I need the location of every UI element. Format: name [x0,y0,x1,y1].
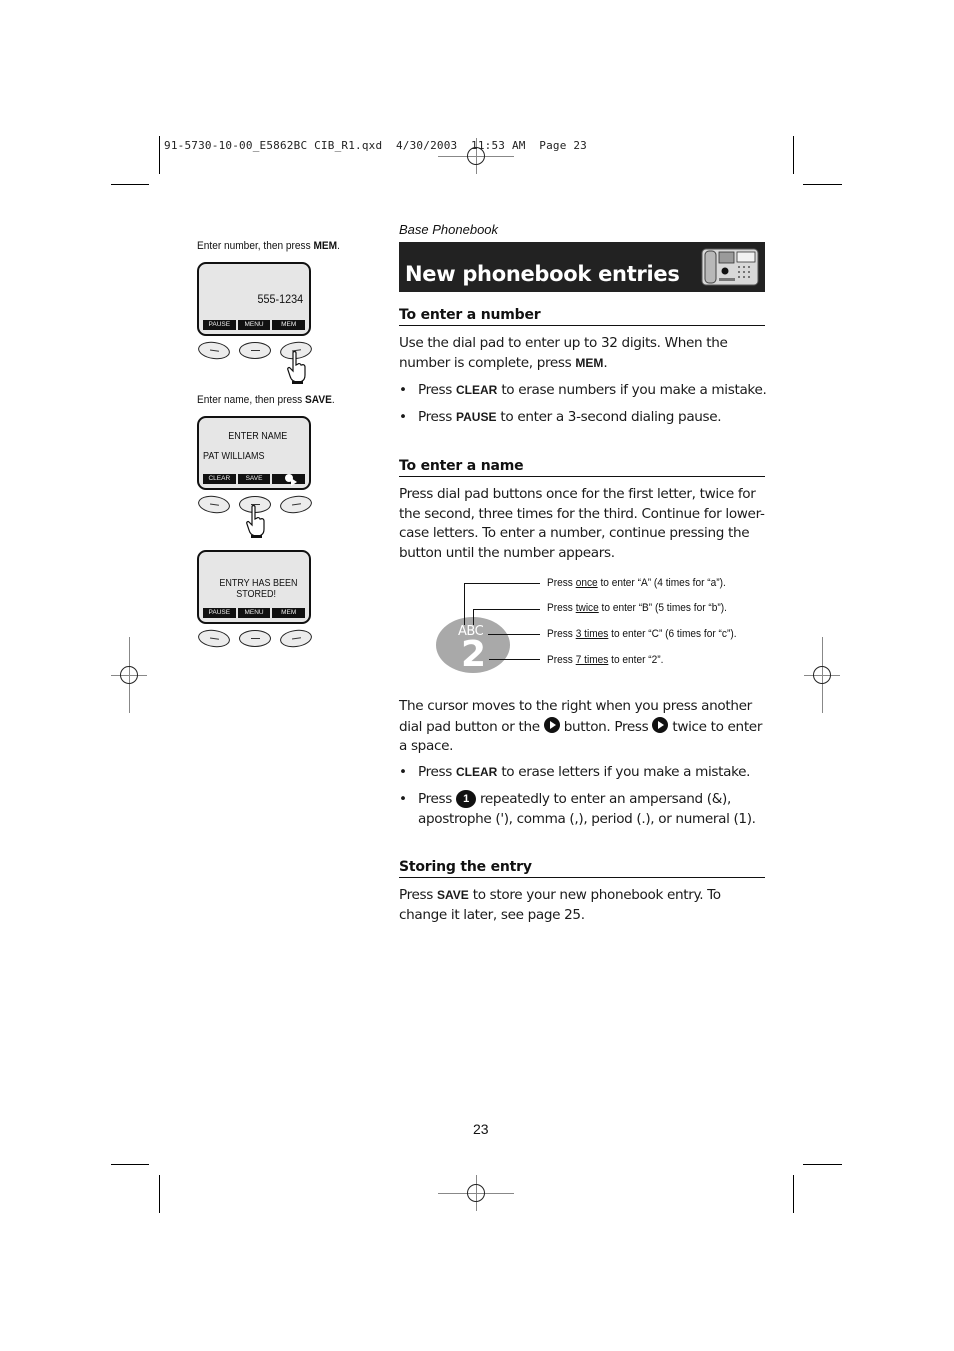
heading-enter-name: To enter a name [399,458,765,477]
callout-line [464,583,540,584]
callout-text: Press once to enter “A” (4 times for “a”… [547,577,726,589]
callout-line [488,634,540,635]
heading-storing-entry: Storing the entry [399,859,765,878]
crop-mark [803,1164,842,1165]
softkey-pause: PAUSE [203,320,236,330]
callout-line [473,609,474,625]
callout-line [464,583,465,625]
key-number: 2 [461,634,487,675]
crop-mark [111,184,149,185]
list-item: • Press CLEAR to erase numbers if you ma… [399,382,767,398]
title-banner: New phonebook entries [399,242,765,292]
callout-text: Press 7 times to enter “2”. [547,654,664,666]
key-clear: CLEAR [456,383,498,397]
display-status-line1: ENTRY HAS BEEN [219,578,298,589]
crop-mark [793,1175,794,1213]
softkey-button-left[interactable] [196,493,232,516]
page-number: 23 [473,1121,489,1137]
callout-text: Press 3 times to enter “C” (6 times for … [547,628,737,640]
crop-mark [803,184,842,185]
callout-line [489,659,540,660]
callout-text: Press twice to enter “B” (5 times for “b… [547,602,727,614]
softkey-button-center[interactable] [239,630,271,647]
enter-name-paragraph: Press dial pad buttons once for the firs… [399,486,765,561]
phone-display-2: ENTER NAME PAT WILLIAMS CLEAR SAVE [197,416,311,490]
cursor-paragraph: The cursor moves to the right when you p… [399,698,763,754]
list-item: • Press PAUSE to enter a 3-second dialin… [399,409,722,425]
softkey-menu: MENU [237,320,271,330]
softkey-button-right[interactable] [278,493,314,516]
section-label: Base Phonebook [399,222,499,237]
display-prompt: ENTER NAME [228,431,288,442]
crop-mark [793,136,794,174]
softkey-labels: CLEAR SAVE [203,474,306,486]
play-icon [652,716,669,733]
softkey-button-center[interactable] [239,342,271,359]
display-status-line2: STORED! [236,589,277,600]
key-save: SAVE [437,888,469,902]
softkey-clear: CLEAR [203,474,236,484]
storing-paragraph: Press SAVE to store your new phonebook e… [399,887,721,923]
heading-enter-number: To enter a number [399,307,765,326]
phone-display-3: ENTRY HAS BEEN STORED! PAUSE MENU MEM [197,550,311,624]
registration-mark-bottom [438,1175,514,1211]
dial-key-2-icon: ABC 2 [436,617,510,675]
softkey-button-left[interactable] [196,627,232,650]
softkey-play [272,474,306,486]
pointing-hand-icon [287,351,306,384]
crop-mark [111,1164,149,1165]
list-item: • Press CLEAR to erase letters if you ma… [399,764,751,780]
softkey-mem: MEM [272,320,306,330]
registration-mark-right [804,637,840,713]
crop-mark [159,136,160,174]
play-icon [284,474,297,486]
pointing-hand-icon [246,505,265,538]
base-phone-icon [701,248,759,286]
key-clear: CLEAR [456,765,498,779]
phone-display-1: 555-1234 PAUSE MENU MEM [197,262,311,336]
registration-mark-left [111,637,147,713]
print-slug: 91-5730-10-00_E5862BC CIB_R1.qxd 4/30/20… [164,139,587,152]
display-name: PAT WILLIAMS [203,451,265,462]
softkey-labels: PAUSE MENU MEM [203,320,306,330]
softkey-save: SAVE [237,474,271,484]
softkey-mem: MEM [272,608,306,618]
display-number: 555-1234 [257,292,304,306]
key-pause: PAUSE [456,410,497,424]
step2-caption: Enter name, then press SAVE. [197,394,335,406]
list-item: • Press 1 repeatedly to enter an ampersa… [399,790,756,827]
softkey-buttons-3 [196,627,314,651]
softkey-labels: PAUSE MENU MEM [203,608,306,618]
callout-line [473,609,540,610]
page-title: New phonebook entries [405,262,680,286]
softkey-menu: MENU [237,608,271,618]
play-icon [543,716,560,733]
crop-mark [159,1175,160,1213]
softkey-button-left[interactable] [196,339,232,362]
key-mem: MEM [575,355,604,370]
softkey-button-right[interactable] [278,627,314,650]
step1-caption: Enter number, then press MEM. [197,240,340,252]
key-1-icon: 1 [456,790,476,808]
enter-number-paragraph: Use the dial pad to enter up to 32 digit… [399,335,728,371]
softkey-pause: PAUSE [203,608,236,618]
